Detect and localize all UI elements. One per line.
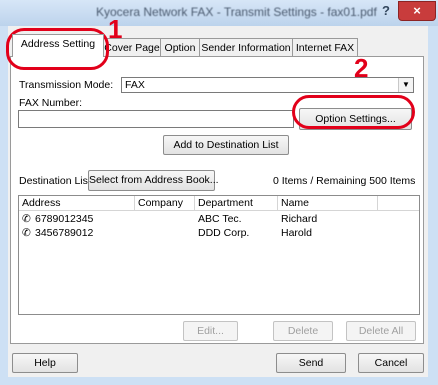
tab-option[interactable]: Option	[160, 38, 200, 56]
address-setting-panel: Transmission Mode: FAX ▼ FAX Number: Opt…	[10, 56, 424, 344]
row-name: Harold	[281, 227, 312, 239]
column-header-address[interactable]: Address	[19, 196, 135, 211]
send-button[interactable]: Send	[276, 353, 346, 373]
column-header-company[interactable]: Company	[135, 196, 195, 211]
delete-all-button[interactable]: Delete All	[346, 321, 416, 341]
column-header-spacer	[378, 196, 419, 211]
transmission-mode-select[interactable]: FAX ▼	[121, 77, 414, 93]
destination-list-label: Destination List:	[19, 175, 94, 187]
cancel-button[interactable]: Cancel	[358, 353, 424, 373]
row-name: Richard	[281, 213, 318, 225]
tab-internet-fax[interactable]: Internet FAX	[292, 38, 358, 56]
select-from-address-book-button[interactable]: Select from Address Book...	[88, 170, 219, 191]
callout-number-2: 2	[354, 53, 369, 83]
window-title: Kyocera Network FAX - Transmit Settings …	[96, 5, 377, 19]
edit-button[interactable]: Edit...	[183, 321, 238, 341]
column-header-department[interactable]: Department	[195, 196, 278, 211]
help-icon[interactable]: ?	[375, 2, 397, 20]
fax-number-input[interactable]	[18, 110, 294, 128]
destination-list[interactable]: Address Company Department Name ✆ 678901…	[18, 195, 420, 315]
callout-number-1: 1	[108, 14, 123, 44]
add-to-destination-list-button[interactable]: Add to Destination List	[163, 135, 289, 155]
row-address: 3456789012	[35, 227, 94, 239]
row-department: ABC Tec.	[198, 213, 242, 225]
title-bar[interactable]: Kyocera Network FAX - Transmit Settings …	[0, 0, 438, 26]
option-settings-button[interactable]: Option Settings...	[299, 108, 412, 130]
transmit-settings-dialog: Kyocera Network FAX - Transmit Settings …	[0, 0, 438, 385]
fax-icon: ✆	[22, 227, 31, 239]
row-department: DDD Corp.	[198, 227, 250, 239]
tab-address-setting[interactable]: Address Setting	[12, 34, 104, 57]
fax-number-label: FAX Number:	[19, 97, 83, 109]
fax-icon: ✆	[22, 213, 31, 225]
row-address: 6789012345	[35, 213, 94, 225]
destination-count: 0 Items / Remaining 500 Items	[273, 175, 416, 187]
tab-sender-information[interactable]: Sender Information	[199, 38, 293, 56]
close-button[interactable]: ×	[398, 1, 436, 21]
list-item[interactable]: ✆ 6789012345 ABC Tec. Richard	[19, 212, 419, 226]
column-header-name[interactable]: Name	[278, 196, 378, 211]
transmission-mode-value: FAX	[125, 79, 145, 91]
delete-button[interactable]: Delete	[273, 321, 333, 341]
list-item[interactable]: ✆ 3456789012 DDD Corp. Harold	[19, 226, 419, 240]
help-button[interactable]: Help	[12, 353, 78, 373]
transmission-mode-label: Transmission Mode:	[19, 79, 114, 91]
chevron-down-icon[interactable]: ▼	[398, 78, 413, 92]
